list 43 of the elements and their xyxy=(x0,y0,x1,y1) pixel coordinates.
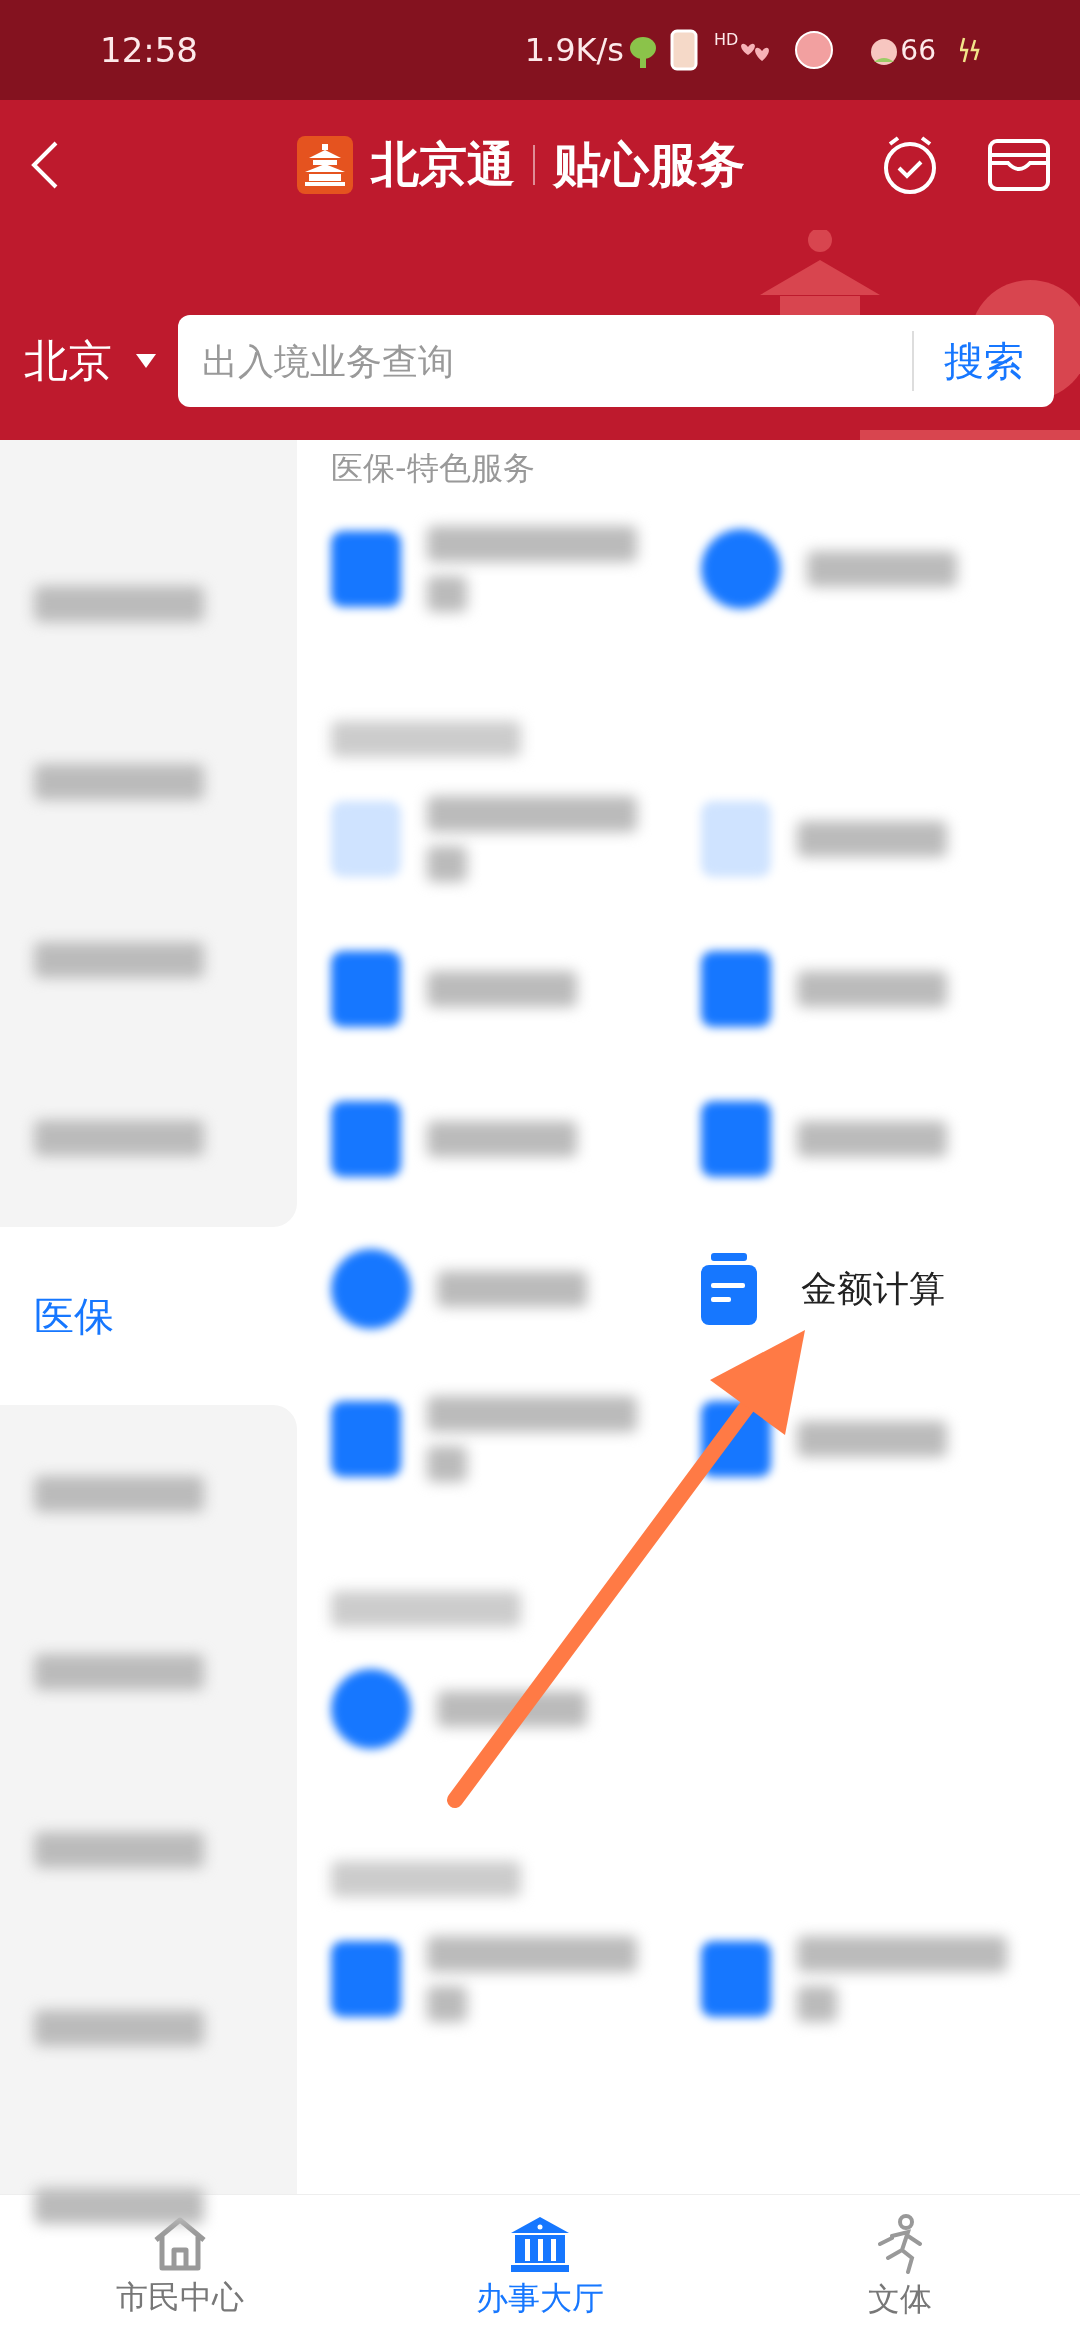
sidebar-item[interactable]: 医保 xyxy=(0,1227,297,1405)
blurred-icon xyxy=(701,951,771,1027)
blurred-icon xyxy=(331,531,401,607)
nav-tab[interactable]: 文体 xyxy=(720,2195,1080,2340)
nav-tab[interactable]: 办事大厅 xyxy=(360,2195,720,2340)
blurred-icon xyxy=(331,1401,401,1477)
phone-icon xyxy=(670,29,698,71)
blurred-label xyxy=(427,1986,467,2022)
battery-level: 66 xyxy=(900,33,936,67)
service-item[interactable]: 金额计算 xyxy=(701,1253,945,1325)
blurred-icon xyxy=(331,1669,411,1749)
section-title: 医保-特色服务 xyxy=(331,448,535,489)
back-icon[interactable] xyxy=(30,140,60,190)
blurred-icon xyxy=(331,1941,401,2017)
page-title: 贴心服务 xyxy=(553,135,745,194)
blurred-label xyxy=(797,1986,837,2022)
blurred-icon xyxy=(701,801,771,877)
search-button[interactable]: 搜索 xyxy=(912,331,1054,391)
logo-icon xyxy=(297,136,353,194)
blurred-icon xyxy=(701,1101,771,1177)
caret-icon xyxy=(136,354,156,368)
brand-name: 北京通 xyxy=(371,135,515,194)
blurred-label xyxy=(427,846,467,882)
blurred-icon xyxy=(331,1101,401,1177)
search-field[interactable]: 出入境业务查询 搜索 xyxy=(178,315,1054,407)
blurred-icon xyxy=(331,951,401,1027)
timer-check-icon[interactable] xyxy=(882,134,938,196)
blurred-icon xyxy=(331,1249,411,1329)
document-icon xyxy=(701,1253,757,1325)
hd-label: HD xyxy=(714,30,739,49)
blurred-icon xyxy=(701,1941,771,2017)
clock-time: 12:58 xyxy=(100,30,198,70)
blurred-label xyxy=(427,576,467,612)
wallet-icon[interactable] xyxy=(988,139,1050,191)
bank-icon xyxy=(509,2214,571,2273)
blurred-icon xyxy=(701,529,781,609)
fruit-icon xyxy=(794,30,835,70)
blurred-icon xyxy=(331,801,401,877)
blurred-label xyxy=(427,1446,467,1482)
charging-icon xyxy=(960,36,980,64)
city-selector[interactable]: 北京 xyxy=(24,331,156,391)
nav-tab[interactable]: 市民中心 xyxy=(0,2195,360,2340)
network-speed: 1.9K/s xyxy=(524,31,624,69)
